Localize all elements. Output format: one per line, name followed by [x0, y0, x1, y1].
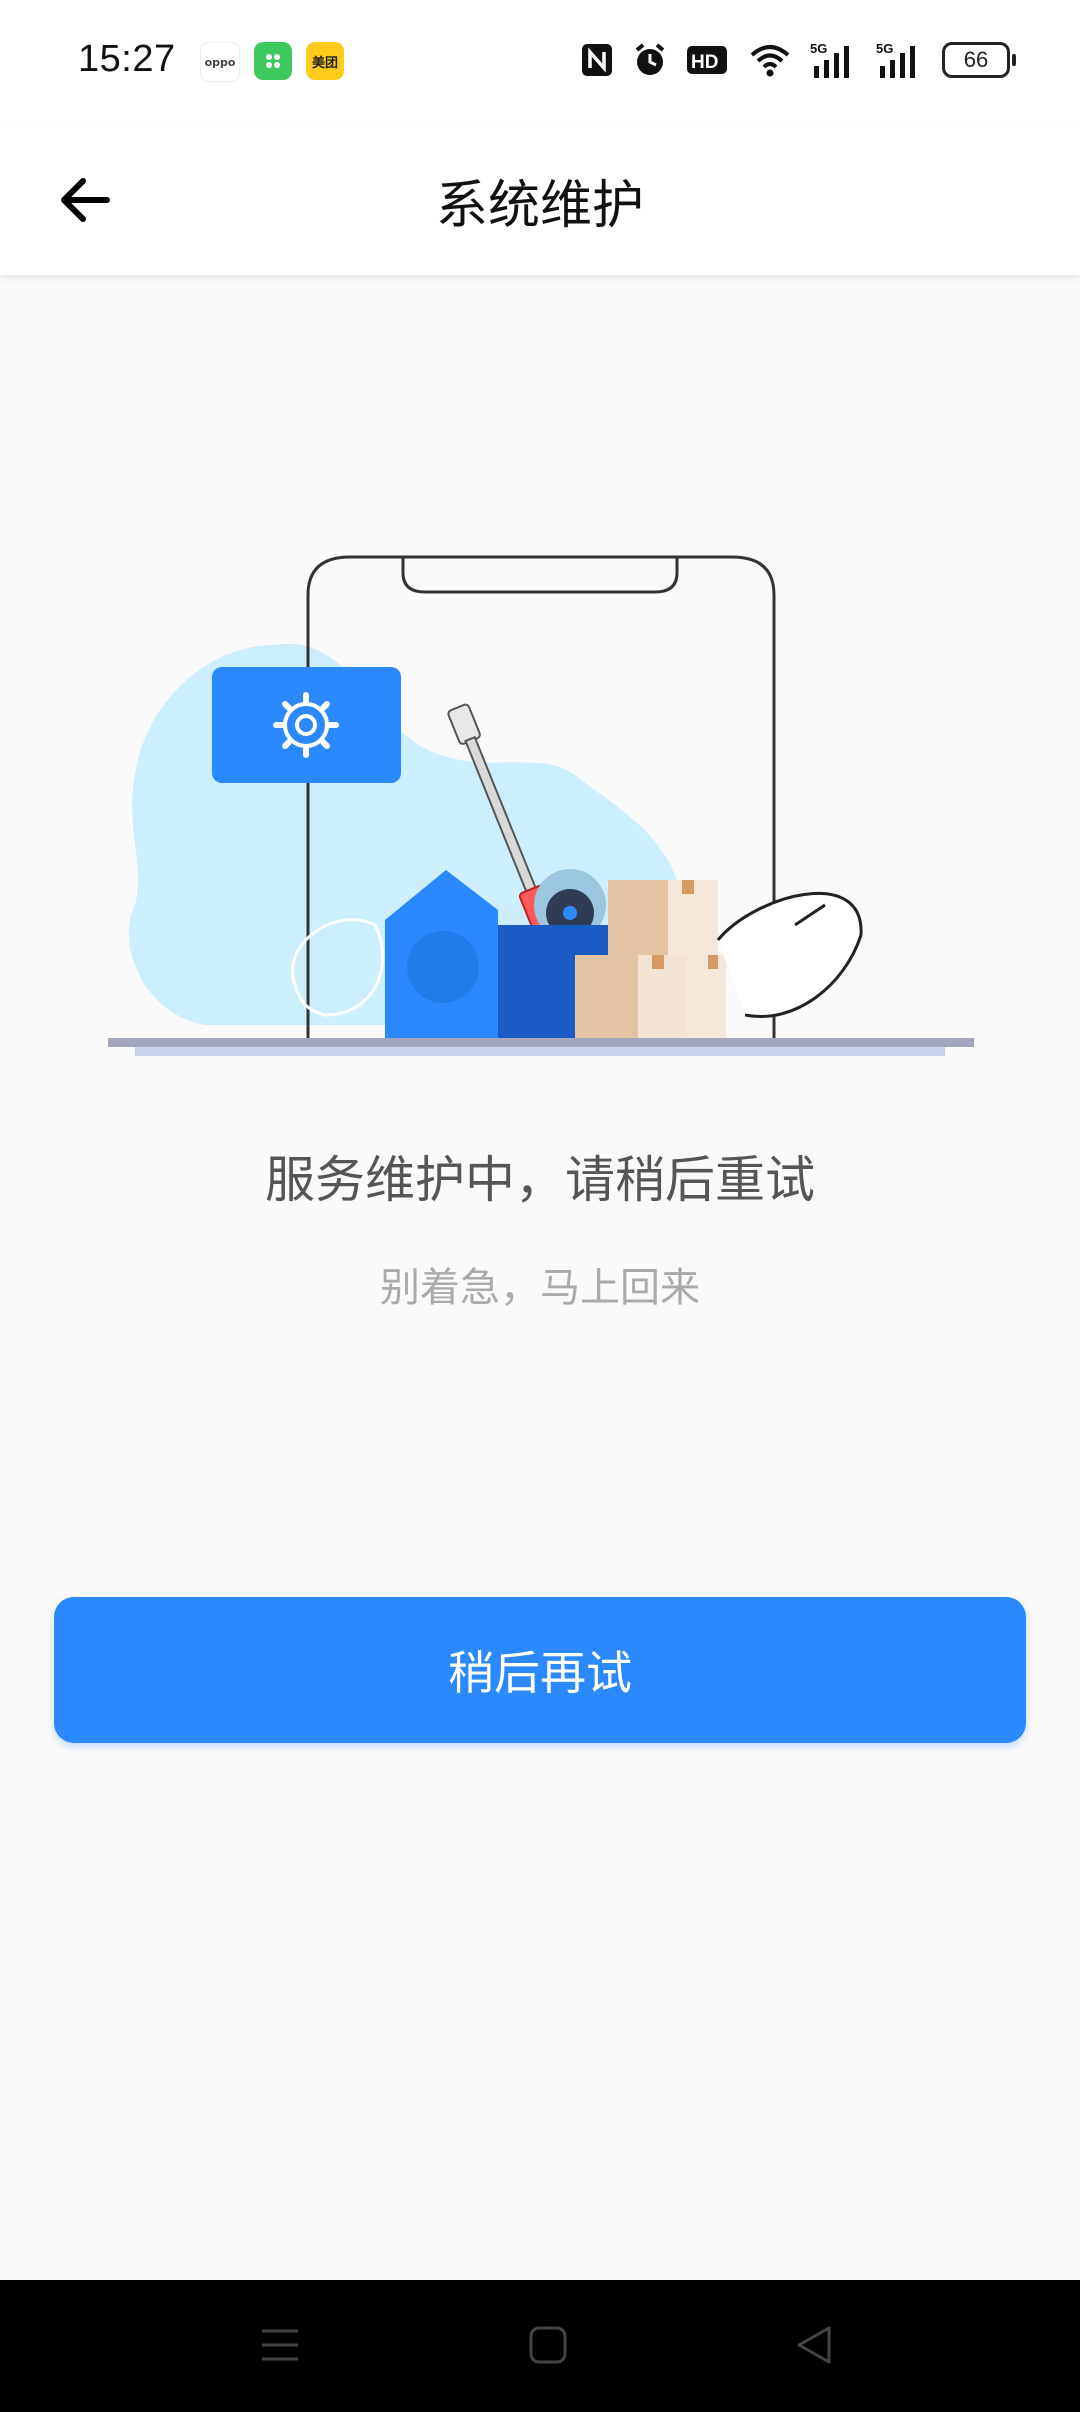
- green-app-icon: [254, 42, 292, 80]
- signal-5g-icon: 5G: [810, 40, 858, 80]
- menu-icon: [262, 2329, 298, 2361]
- wifi-icon: [748, 40, 792, 80]
- svg-text:HD: HD: [691, 52, 718, 73]
- status-bar: 15:27 oppo 美团 HD 5G 5G 66: [0, 0, 1080, 125]
- nav-back-button[interactable]: [775, 2310, 855, 2380]
- svg-text:5G: 5G: [876, 41, 893, 56]
- home-square-icon: [529, 2326, 567, 2364]
- nfc-icon: [580, 40, 614, 80]
- phone-notch: [401, 557, 679, 594]
- app-header: 系统维护: [0, 125, 1080, 275]
- status-time: 15:27: [78, 38, 176, 80]
- maintenance-illustration: [105, 545, 975, 1065]
- maintenance-message: 服务维护中，请稍后重试: [265, 1151, 815, 1209]
- nav-menu-button[interactable]: [240, 2310, 320, 2380]
- svg-text:5G: 5G: [810, 41, 827, 56]
- status-indicators: HD 5G 5G 66: [580, 40, 1016, 80]
- carton-small: [686, 955, 726, 1040]
- alarm-icon: [632, 40, 668, 80]
- triangle-back-icon: [797, 2326, 831, 2364]
- hd-icon: HD: [686, 40, 730, 80]
- ground-line: [108, 1038, 974, 1047]
- notification-icons: oppo 美团: [200, 42, 344, 82]
- nav-home-button[interactable]: [508, 2310, 588, 2380]
- oppo-app-icon: oppo: [200, 42, 240, 82]
- system-navigation-bar: [0, 2280, 1080, 2412]
- battery-icon: 66: [942, 42, 1016, 78]
- leaf-right: [716, 891, 863, 1018]
- signal-5g-icon-2: 5G: [876, 40, 924, 80]
- retry-later-button[interactable]: 稍后再试: [54, 1597, 1026, 1743]
- meituan-icon: 美团: [306, 42, 344, 80]
- page-title: 系统维护: [435, 175, 644, 236]
- settings-card: [212, 667, 401, 783]
- maintenance-submessage: 别着急，马上回来: [380, 1265, 700, 1311]
